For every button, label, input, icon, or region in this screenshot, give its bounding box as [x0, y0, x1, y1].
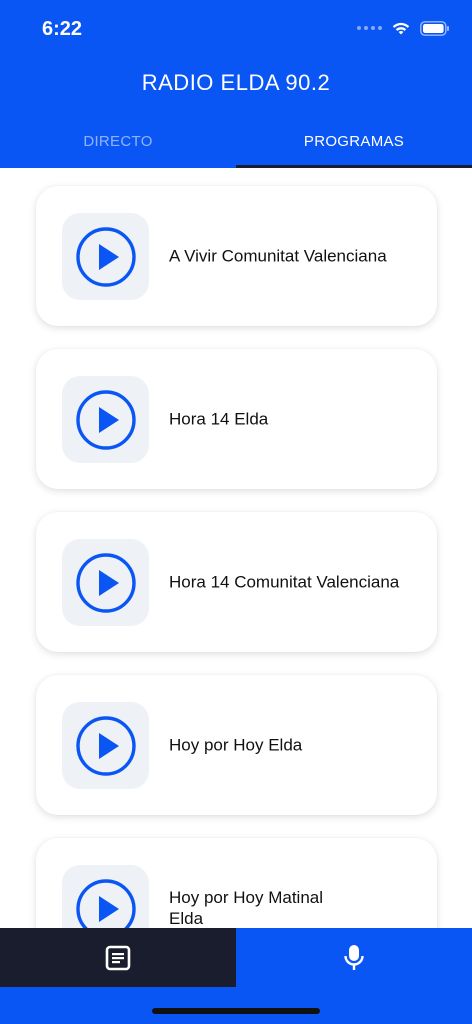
program-card[interactable]: Hoy por Hoy Matinal Elda: [36, 838, 437, 928]
play-icon: [75, 226, 136, 287]
app-header: 6:22 RADIO ELDA 90.2 DIRECTO PROGRAMAS: [0, 0, 472, 168]
program-title: Hoy por Hoy Elda: [169, 735, 303, 755]
bottom-nav: [0, 928, 472, 1024]
play-button[interactable]: [62, 213, 149, 300]
program-title: Hora 14 Comunitat Valenciana: [169, 572, 400, 592]
bottom-tab-news[interactable]: [0, 928, 236, 987]
wifi-icon: [392, 22, 410, 35]
program-card[interactable]: A Vivir Comunitat Valenciana: [36, 186, 437, 326]
program-card[interactable]: Hoy por Hoy Elda: [36, 675, 437, 815]
program-title: Hoy por Hoy Matinal Elda: [169, 888, 324, 928]
signal-dots-icon: [357, 26, 382, 30]
home-indicator: [152, 1008, 320, 1014]
status-time: 6:22: [42, 18, 83, 40]
play-button[interactable]: [62, 702, 149, 789]
app-title: RADIO ELDA 90.2: [141, 70, 331, 95]
play-icon: [75, 552, 136, 613]
program-title: A Vivir Comunitat Valenciana: [169, 246, 387, 266]
tab-programas[interactable]: PROGRAMAS: [236, 114, 472, 168]
play-button[interactable]: [62, 865, 149, 928]
status-icons: [357, 20, 450, 36]
news-icon: [105, 945, 131, 970]
tab-bar: DIRECTO PROGRAMAS: [0, 114, 472, 168]
battery-icon: [420, 20, 449, 36]
play-button[interactable]: [62, 539, 149, 626]
bottom-tab-live[interactable]: [236, 928, 472, 987]
play-icon: [75, 389, 136, 450]
program-list[interactable]: A Vivir Comunitat Valenciana Hora 14 Eld…: [0, 168, 472, 928]
program-card[interactable]: Hora 14 Elda: [36, 349, 437, 489]
microphone-icon: [344, 944, 364, 970]
program-card[interactable]: Hora 14 Comunitat Valenciana: [36, 512, 437, 652]
program-title: Hora 14 Elda: [169, 409, 269, 429]
play-icon: [75, 715, 136, 776]
play-icon: [75, 878, 136, 928]
tab-directo[interactable]: DIRECTO: [0, 114, 236, 168]
play-button[interactable]: [62, 376, 149, 463]
